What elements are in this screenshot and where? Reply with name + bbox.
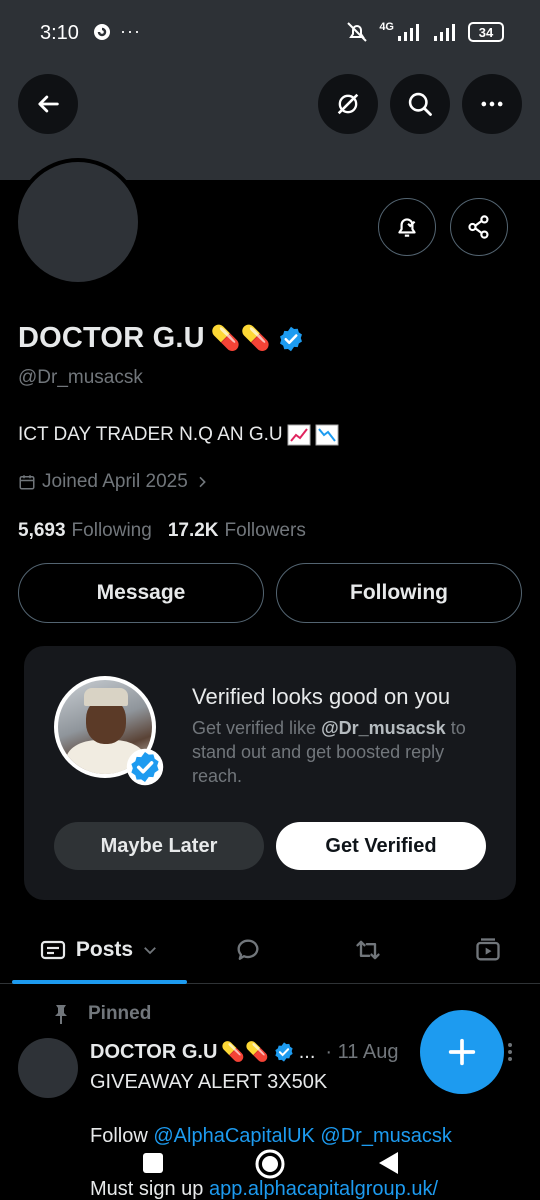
grok-icon [337,93,359,115]
bio-text: ICT DAY TRADER N.Q AN G.U [18,424,283,445]
bell-check-icon [398,218,416,237]
profile-avatar-image [18,162,138,282]
pill-emoji: 💊💊 [210,325,271,352]
posts-icon [40,940,66,960]
signal-icon [398,24,419,41]
pin-icon [55,1005,67,1024]
share-button[interactable] [450,198,508,256]
compose-post-button[interactable] [420,1010,504,1094]
joined-text: Joined April 2025 [42,471,188,492]
joined-date[interactable]: Joined April 2025 [18,471,210,493]
recents-square-icon[interactable] [140,1150,166,1176]
back-button[interactable] [18,74,78,134]
following-button[interactable]: Following [276,563,522,623]
maybe-later-button[interactable]: Maybe Later [54,822,264,870]
notifications-toggle-button[interactable] [378,198,436,256]
mute-icon [347,22,368,42]
promo-body-prefix: Get verified like [192,718,322,738]
pinned-indicator: Pinned [52,1003,151,1025]
followers-count[interactable]: 17.2K [168,520,219,542]
profile-bio: ICT DAY TRADER N.Q AN G.U [18,424,339,446]
post-date: · 11 Aug [325,1040,399,1063]
grok-button[interactable] [318,74,378,134]
search-icon [408,92,432,116]
calendar-icon [19,475,35,490]
profile-avatar[interactable] [14,158,142,286]
tab-posts-label: Posts [75,938,134,961]
profile-handle: @Dr_musacsk [18,367,143,388]
battery-level: 34 [478,24,494,40]
message-button[interactable]: Message [18,563,264,623]
signal-icon-2 [434,24,455,41]
post-line-1: GIVEAWAY ALERT 3X50K [90,1071,328,1093]
tab-posts[interactable]: Posts [12,918,187,982]
followers-label[interactable]: Followers [225,520,306,542]
profile-name: DOCTOR G.U [18,322,205,354]
notification-app-icon [94,23,110,40]
post-author-name[interactable]: DOCTOR G.U [90,1041,217,1064]
repost-icon [355,940,380,960]
post-verified-badge-icon [275,1042,293,1062]
get-verified-button[interactable]: Get Verified [276,822,486,870]
post-header: DOCTOR G.U 💊💊 ... · 11 Aug [90,1040,398,1064]
verified-badge-icon[interactable] [277,325,305,353]
back-triangle-icon[interactable] [376,1150,402,1176]
status-overflow: ··· [120,21,141,41]
follow-stats: 5,693 Following 17.2K Followers [18,520,316,542]
active-tab-indicator [12,980,187,984]
promo-verified-badge-icon [126,748,164,786]
following-count[interactable]: 5,693 [18,520,66,542]
profile-name-row: DOCTOR G.U 💊💊 [18,322,305,355]
promo-body-handle: @Dr_musacsk [321,718,446,738]
tab-replies[interactable] [200,918,295,982]
chart-down-emoji-icon [315,424,339,446]
status-right-icons: 4G 34 [345,20,504,44]
pinned-label: Pinned [88,1003,152,1024]
following-label[interactable]: Following [72,520,152,542]
home-circle-icon[interactable] [254,1148,286,1180]
more-horizontal-icon [481,101,503,107]
reply-bubble-icon [237,939,258,960]
tab-reposts[interactable] [320,918,415,982]
battery-icon: 34 [468,22,504,42]
status-left-icons: ··· [92,21,141,42]
more-button[interactable] [462,74,522,134]
arrow-left-icon [38,95,59,113]
network-type: 4G [379,21,394,33]
post-author-avatar[interactable] [18,1038,78,1098]
promo-title: Verified looks good on you [192,684,451,709]
post-name-ellipsis: ... [298,1040,316,1063]
share-icon [468,215,489,239]
promo-body: Get verified like @Dr_musacsk to stand o… [192,716,492,788]
search-button[interactable] [390,74,450,134]
chevron-right-icon [199,476,206,488]
tab-media[interactable] [440,918,535,982]
verification-promo-card: Verified looks good on you Get verified … [24,646,516,900]
profile-tabs: Posts [0,918,540,984]
chart-up-emoji-icon [287,424,311,446]
plus-icon [448,1038,476,1066]
video-icon [475,938,500,961]
status-bar: 3:10 ··· 4G 34 [0,0,540,70]
chevron-down-icon [144,947,156,955]
status-time: 3:10 [40,22,79,44]
post-author-emoji: 💊💊 [221,1042,269,1063]
